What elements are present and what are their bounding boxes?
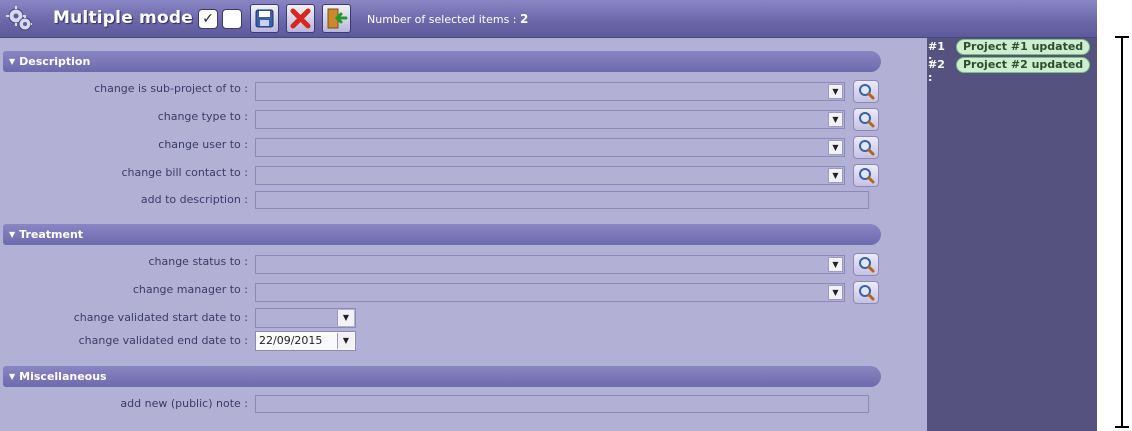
check-mark: ✓: [202, 11, 214, 27]
exit-button[interactable]: [322, 4, 351, 33]
type-label: change type to :: [157, 110, 248, 123]
section-description-header[interactable]: ▼ Description: [3, 51, 881, 72]
subproject-select[interactable]: ▼: [255, 82, 845, 101]
user-select[interactable]: ▼: [255, 138, 845, 157]
end-date-label: change validated end date to :: [78, 334, 248, 347]
multiple-edit-form: ▼ Description change is sub-project of to…: [0, 38, 927, 431]
status-search-button[interactable]: [853, 253, 879, 276]
section-miscellaneous-header[interactable]: ▼ Miscellaneous: [3, 366, 881, 387]
type-select[interactable]: ▼: [255, 110, 845, 129]
section-treatment-title: Treatment: [19, 228, 84, 241]
result-number: #2 :: [928, 58, 945, 84]
cancel-button[interactable]: [286, 4, 315, 33]
search-icon: [859, 84, 875, 100]
chevron-down-icon: ▼: [828, 84, 843, 99]
chevron-down-icon: ▼: [828, 257, 843, 272]
search-icon: [859, 168, 875, 184]
cancel-icon: [290, 8, 311, 29]
splitter-cap-top: [1115, 36, 1129, 38]
description-input[interactable]: [255, 191, 869, 209]
section-miscellaneous-title: Miscellaneous: [19, 370, 107, 383]
bill-contact-select[interactable]: ▼: [255, 166, 845, 185]
collapse-icon: ▼: [9, 57, 16, 66]
result-message: Project #1 updated: [956, 39, 1090, 55]
description-label: add to description :: [140, 193, 248, 206]
manager-select[interactable]: ▼: [255, 283, 845, 302]
multiple-mode-toolbar: Multiple mode ✓ Number of selected items…: [0, 0, 1097, 38]
update-results-panel: #1 : Project #1 updated #2 : Project #2 …: [927, 38, 1097, 431]
splitter-cap-bottom: [1115, 426, 1129, 428]
chevron-down-icon: ▼: [828, 140, 843, 155]
search-icon: [859, 112, 875, 128]
chevron-down-icon[interactable]: ▼: [337, 333, 354, 349]
save-icon: [255, 9, 274, 28]
save-button[interactable]: [250, 4, 279, 33]
note-label: add new (public) note :: [120, 397, 248, 410]
search-icon: [859, 257, 875, 273]
end-date-value: 22/09/2015: [259, 334, 323, 347]
status-select[interactable]: ▼: [255, 255, 845, 274]
end-date-input[interactable]: 22/09/2015 ▼: [255, 331, 356, 351]
check-all-checkbox[interactable]: ✓: [199, 10, 217, 28]
bill-contact-search-button[interactable]: [853, 164, 879, 187]
manager-label: change manager to :: [132, 283, 248, 296]
status-label: change status to :: [148, 255, 248, 268]
section-description-title: Description: [19, 55, 91, 68]
result-message: Project #2 updated: [956, 57, 1090, 73]
subproject-label: change is sub-project of to :: [94, 82, 248, 95]
subproject-search-button[interactable]: [853, 80, 879, 103]
selected-items-count: Number of selected items : 2: [367, 12, 528, 26]
exit-icon: [327, 8, 348, 29]
gear-icon: [6, 6, 32, 31]
selected-count-value: 2: [520, 12, 529, 26]
collapse-icon: ▼: [9, 372, 16, 381]
bill-contact-label: change bill contact to :: [121, 166, 248, 179]
chevron-down-icon: ▼: [828, 285, 843, 300]
chevron-down-icon: ▼: [828, 168, 843, 183]
selected-count-label: Number of selected items :: [367, 13, 520, 26]
user-search-button[interactable]: [853, 136, 879, 159]
manager-search-button[interactable]: [853, 281, 879, 304]
search-icon: [859, 140, 875, 156]
chevron-down-icon: ▼: [828, 112, 843, 127]
search-icon: [859, 285, 875, 301]
start-date-label: change validated start date to :: [73, 311, 248, 324]
collapse-icon: ▼: [9, 230, 16, 239]
chevron-down-icon[interactable]: ▼: [337, 310, 354, 326]
note-input[interactable]: [255, 395, 869, 413]
uncheck-all-checkbox[interactable]: [223, 10, 241, 28]
user-label: change user to :: [158, 138, 248, 151]
type-search-button[interactable]: [853, 108, 879, 131]
section-treatment-header[interactable]: ▼ Treatment: [3, 224, 881, 245]
panel-splitter[interactable]: [1121, 37, 1123, 427]
start-date-input[interactable]: ▼: [255, 308, 356, 328]
page-title: Multiple mode: [53, 8, 193, 28]
